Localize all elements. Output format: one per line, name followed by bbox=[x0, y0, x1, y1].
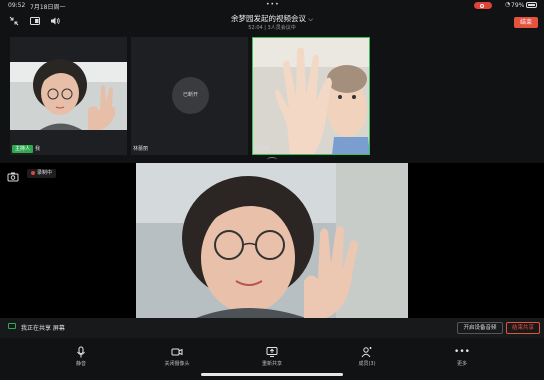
participant-tile-3[interactable]: 林蕾丽 bbox=[252, 37, 370, 155]
layout-switch-icon[interactable] bbox=[29, 15, 41, 27]
battery-icon bbox=[526, 2, 537, 8]
reshare-label: 重新共享 bbox=[261, 361, 282, 367]
enable-device-audio-button[interactable]: 开启设备音频 bbox=[457, 322, 503, 334]
recording-label: 录制中 bbox=[37, 170, 53, 176]
status-bar: 09:52 7月18日周一 ••• ◔ 79% bbox=[0, 0, 544, 11]
meeting-subtitle: 52:04 | 3人员会议中 bbox=[248, 25, 296, 31]
participant-label-self: 主持人我 bbox=[12, 145, 41, 153]
share-status-text: 我正在共享 屏幕 bbox=[21, 325, 65, 332]
participant-tile-self[interactable]: 主持人我 bbox=[10, 37, 127, 155]
stop-share-button[interactable]: 结束共享 bbox=[506, 322, 540, 334]
reshare-button[interactable]: 重新共享 bbox=[252, 346, 292, 367]
participant-name-3: 林蕾丽 bbox=[254, 146, 270, 152]
participant-name-self: 我 bbox=[35, 146, 41, 152]
speaker-icon[interactable] bbox=[49, 15, 61, 27]
share-screen-icon bbox=[252, 346, 292, 358]
mute-button[interactable]: 静音 bbox=[61, 346, 101, 367]
members-icon bbox=[347, 346, 387, 358]
camera-toggle-button[interactable]: 关闭摄像头 bbox=[157, 346, 197, 367]
camera-label: 关闭摄像头 bbox=[164, 361, 190, 367]
participant-video-3 bbox=[252, 37, 370, 155]
record-dot-icon bbox=[31, 170, 35, 175]
host-badge: 主持人 bbox=[12, 145, 34, 153]
meeting-title-text: 余梦园发起的视频会议 bbox=[231, 14, 307, 23]
meeting-title[interactable]: 余梦园发起的视频会议 ⌵ bbox=[200, 13, 344, 24]
status-date: 7月18日周一 bbox=[30, 4, 66, 11]
members-label: 成员(3) bbox=[358, 361, 376, 367]
switch-camera-icon[interactable] bbox=[7, 172, 19, 182]
chevron-down-icon: ⌵ bbox=[308, 16, 313, 23]
main-video-feed bbox=[136, 163, 408, 318]
multitasking-dots-icon[interactable]: ••• bbox=[266, 1, 280, 8]
camera-off-avatar: 已断开 bbox=[172, 77, 209, 114]
camera-icon bbox=[157, 346, 197, 358]
drag-handle-icon[interactable] bbox=[267, 157, 277, 162]
screen-share-icon bbox=[8, 323, 16, 329]
screen-recording-icon bbox=[474, 2, 492, 9]
more-button[interactable]: ••• 更多 bbox=[442, 346, 482, 367]
microphone-icon bbox=[61, 346, 101, 358]
battery-percent: 79% bbox=[511, 2, 525, 9]
participant-name-2: 林蕾丽 bbox=[133, 146, 149, 152]
status-time: 09:52 bbox=[8, 2, 26, 9]
home-indicator[interactable] bbox=[201, 373, 343, 376]
minimize-icon[interactable] bbox=[8, 15, 20, 27]
more-icon: ••• bbox=[454, 347, 470, 357]
wifi-icon: ◔ bbox=[505, 1, 511, 8]
recording-indicator: 录制中 bbox=[27, 169, 57, 178]
more-label: 更多 bbox=[456, 361, 467, 367]
participant-video-self bbox=[10, 37, 127, 155]
mute-label: 静音 bbox=[75, 361, 86, 367]
end-meeting-button[interactable]: 结束 bbox=[514, 17, 538, 28]
members-button[interactable]: 成员(3) bbox=[347, 346, 387, 367]
disconnected-status: 已断开 bbox=[182, 92, 198, 98]
